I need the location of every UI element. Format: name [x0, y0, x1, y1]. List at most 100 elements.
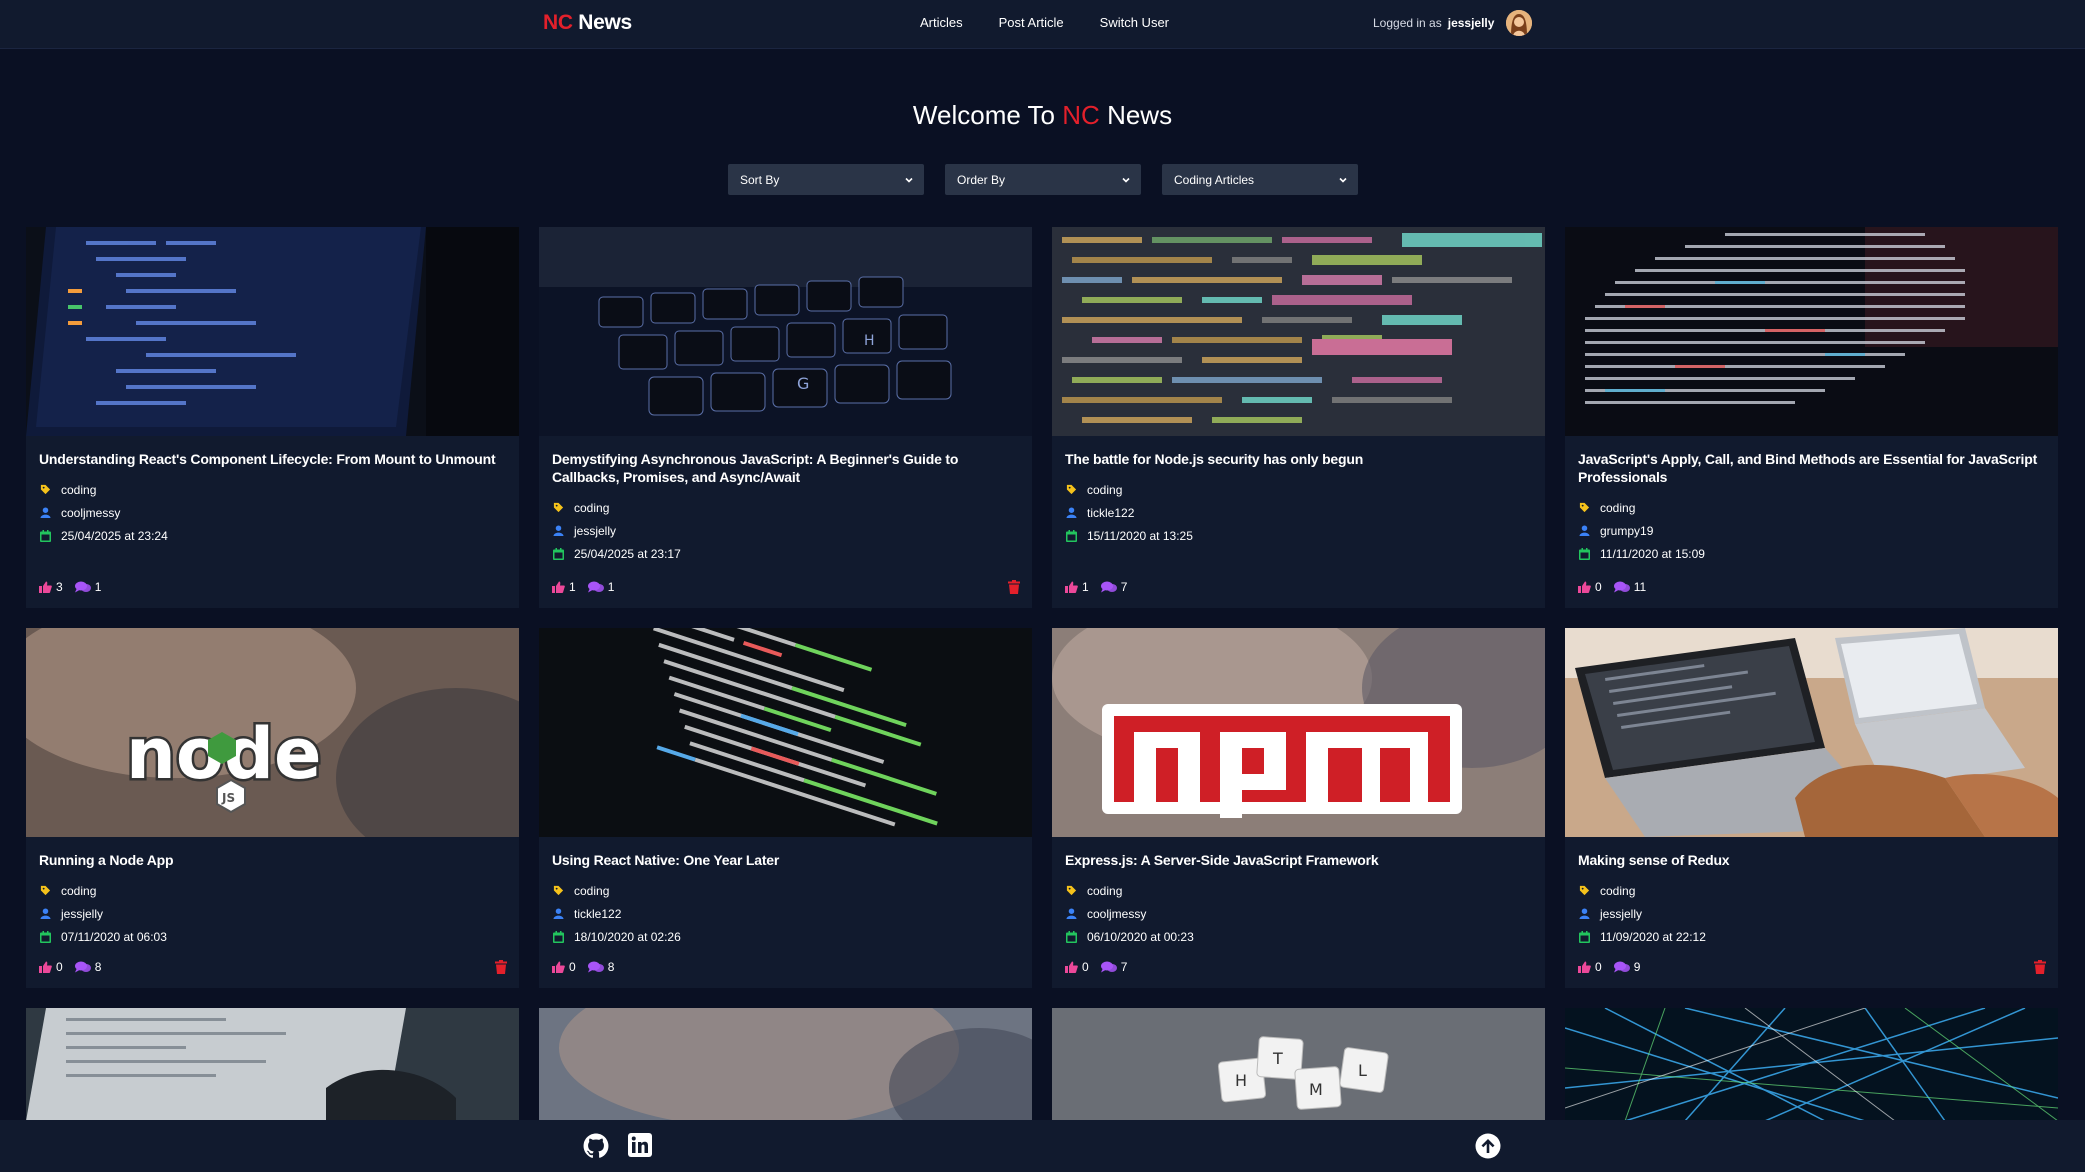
article-author: jessjelly [574, 523, 617, 538]
comment-count: 9 [1633, 960, 1641, 974]
article-title[interactable]: Using React Native: One Year Later [552, 851, 1018, 869]
article-image-laptop-typing[interactable] [26, 1008, 519, 1121]
article-topic[interactable]: coding [61, 884, 96, 898]
brand-logo[interactable]: NC News [543, 11, 632, 35]
article-image-green-code[interactable] [539, 628, 1032, 837]
article-author: jessjelly [1600, 906, 1643, 921]
article-title[interactable]: The battle for Node.js security has only… [1065, 450, 1531, 468]
article-topic[interactable]: coding [574, 884, 609, 898]
vote-count: 3 [56, 580, 63, 594]
article-author: tickle122 [574, 906, 622, 921]
article-title[interactable]: Express.js: A Server-Side JavaScript Fra… [1065, 851, 1531, 869]
article-image-blurred-person[interactable] [539, 1008, 1032, 1121]
tag-icon [552, 502, 564, 513]
comments[interactable]: 1 [74, 580, 101, 594]
article-card[interactable]: node JS Running a Node App coding jessje… [26, 628, 519, 988]
votes[interactable]: 0 [1578, 580, 1602, 594]
article-topic[interactable]: coding [1600, 501, 1635, 515]
topic-select[interactable]: Coding Articles [1162, 164, 1358, 195]
article-image-code-laptop[interactable] [26, 227, 519, 436]
delete-icon[interactable] [2034, 960, 2046, 974]
svg-text:G: G [797, 374, 809, 393]
github-icon[interactable] [583, 1133, 609, 1159]
article-card[interactable]: Understanding React's Component Lifecycl… [26, 227, 519, 608]
article-topic[interactable]: coding [61, 483, 96, 497]
logged-in-label: Logged in as [1373, 16, 1442, 30]
article-date: 11/09/2020 at 22:12 [1600, 929, 1706, 944]
comments[interactable]: 9 [1613, 960, 1641, 974]
comments[interactable]: 11 [1613, 580, 1646, 594]
comment-count: 7 [1120, 580, 1128, 594]
votes[interactable]: 0 [39, 960, 63, 974]
user-icon [39, 908, 51, 919]
calendar-icon [1065, 930, 1077, 943]
article-title[interactable]: Making sense of Redux [1578, 851, 2044, 869]
article-image-keyboard[interactable]: G H [539, 227, 1032, 436]
article-card[interactable]: G H Demystifying Asynchronous JavaScript… [539, 227, 1032, 608]
article-card[interactable]: Making sense of Redux coding jessjelly 1… [1565, 628, 2058, 988]
scroll-to-top-icon[interactable] [1475, 1133, 1501, 1159]
comments[interactable]: 7 [1100, 960, 1127, 974]
comment-count: 1 [607, 580, 615, 594]
article-card[interactable]: H T M L [1052, 1008, 1545, 1121]
comments-icon [1100, 961, 1117, 973]
article-topic[interactable]: coding [574, 501, 609, 515]
article-card[interactable]: Express.js: A Server-Side JavaScript Fra… [1052, 628, 1545, 988]
comment-count: 8 [607, 960, 615, 974]
page-title: Welcome To NC News [0, 100, 2085, 131]
sort-by-select[interactable]: Sort By [728, 164, 924, 195]
votes[interactable]: 1 [1065, 580, 1089, 594]
comments-icon [587, 581, 604, 593]
avatar[interactable] [1506, 10, 1533, 36]
svg-text:H: H [1235, 1071, 1247, 1090]
comments[interactable]: 8 [587, 960, 615, 974]
user-icon [1578, 908, 1590, 919]
article-image-node-logo[interactable]: node JS [26, 628, 519, 837]
article-card[interactable] [26, 1008, 519, 1121]
nav-link-post-article[interactable]: Post Article [999, 15, 1064, 30]
article-image-laptop-desk[interactable] [1565, 628, 2058, 837]
tag-icon [1578, 502, 1590, 513]
article-stats: 0 8 [552, 960, 614, 974]
tag-icon [1065, 484, 1077, 495]
article-card[interactable] [1565, 1008, 2058, 1121]
votes[interactable]: 0 [1065, 960, 1089, 974]
article-image-html-tiles[interactable]: H T M L [1052, 1008, 1545, 1121]
votes[interactable]: 0 [1578, 960, 1602, 974]
article-card[interactable]: The battle for Node.js security has only… [1052, 227, 1545, 608]
votes[interactable]: 3 [39, 580, 63, 594]
delete-icon[interactable] [1008, 580, 1020, 594]
nav-link-switch-user[interactable]: Switch User [1100, 15, 1169, 30]
article-image-network-lines[interactable] [1565, 1008, 2058, 1121]
article-date: 07/11/2020 at 06:03 [61, 929, 167, 944]
nav-link-articles[interactable]: Articles [920, 15, 963, 30]
article-meta: coding tickle122 15/11/2020 at 13:25 [1065, 478, 1532, 547]
order-by-select[interactable]: Order By [945, 164, 1141, 195]
comments[interactable]: 8 [74, 960, 102, 974]
article-title[interactable]: Understanding React's Component Lifecycl… [39, 450, 505, 468]
comment-count: 8 [94, 960, 102, 974]
article-image-dark-code[interactable] [1565, 227, 2058, 436]
delete-icon[interactable] [495, 960, 507, 974]
comments[interactable]: 7 [1100, 580, 1128, 594]
chevron-down-icon [1339, 177, 1347, 183]
article-card[interactable] [539, 1008, 1032, 1121]
linkedin-icon[interactable] [628, 1133, 652, 1157]
article-title[interactable]: Demystifying Asynchronous JavaScript: A … [552, 450, 1018, 486]
tag-icon [39, 885, 51, 896]
article-card[interactable]: JavaScript's Apply, Call, and Bind Metho… [1565, 227, 2058, 608]
votes[interactable]: 1 [552, 580, 576, 594]
article-title[interactable]: JavaScript's Apply, Call, and Bind Metho… [1578, 450, 2044, 486]
user-status: Logged in as jessjelly [1373, 10, 1533, 36]
nav-links: Articles Post Article Switch User [920, 15, 1169, 30]
article-card[interactable]: Using React Native: One Year Later codin… [539, 628, 1032, 988]
article-topic[interactable]: coding [1087, 483, 1122, 497]
article-topic[interactable]: coding [1087, 884, 1122, 898]
comments[interactable]: 1 [587, 580, 615, 594]
article-title[interactable]: Running a Node App [39, 851, 505, 869]
article-image-npm-logo[interactable] [1052, 628, 1545, 837]
votes[interactable]: 0 [552, 960, 576, 974]
article-author: grumpy19 [1600, 523, 1654, 538]
article-image-colorful-code[interactable] [1052, 227, 1545, 436]
article-topic[interactable]: coding [1600, 884, 1635, 898]
